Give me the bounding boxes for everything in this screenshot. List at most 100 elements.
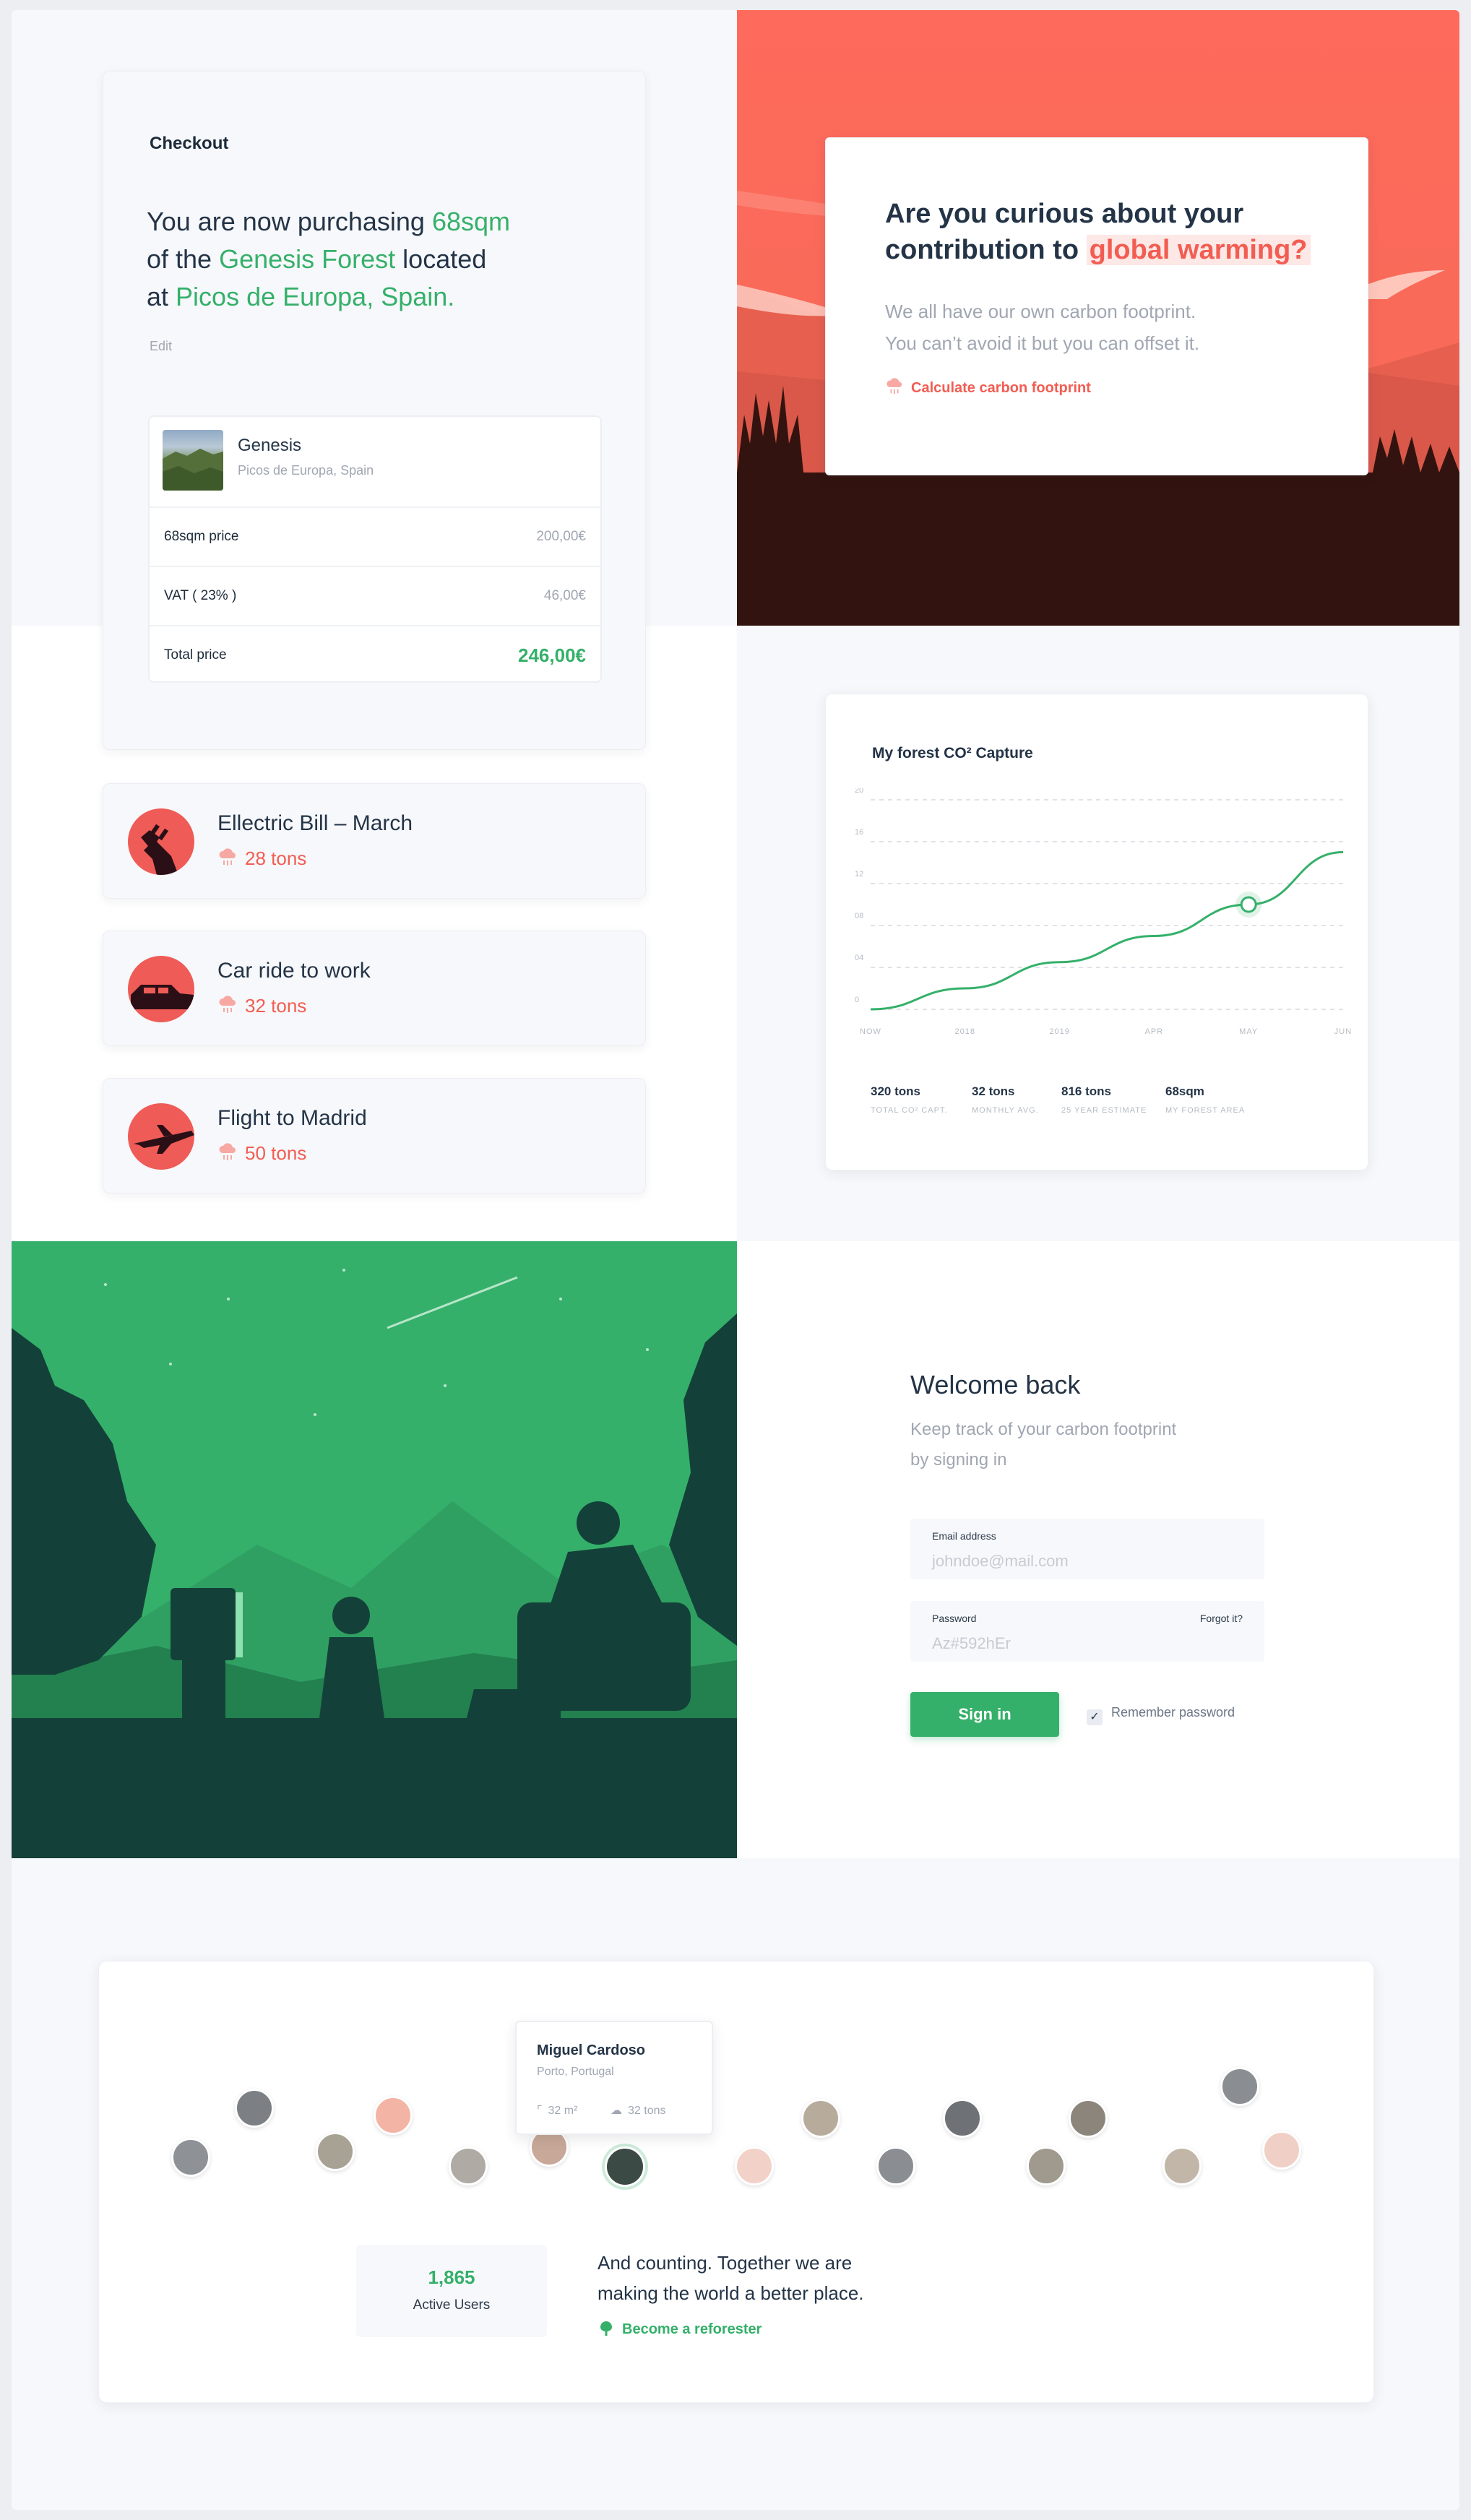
stat-value: 1,865 bbox=[428, 2266, 475, 2288]
rain-cloud-icon: ☁ bbox=[611, 2105, 622, 2117]
legend-label: 25 YEAR ESTIMATE bbox=[1061, 1106, 1147, 1115]
edit-link[interactable]: Edit bbox=[150, 339, 172, 354]
legend-item: 68sqm MY FOREST AREA bbox=[1165, 1084, 1245, 1115]
password-label: Password bbox=[932, 1613, 977, 1624]
bill-title: Car ride to work bbox=[217, 959, 371, 983]
bill-title: Ellectric Bill – March bbox=[217, 811, 413, 835]
forgot-password-link[interactable]: Forgot it? bbox=[1200, 1613, 1243, 1624]
user-avatar[interactable] bbox=[1069, 2099, 1108, 2138]
tons-value: 32 tons bbox=[628, 2105, 666, 2117]
legend-item: 32 tons MONTHLY AVG. bbox=[972, 1084, 1039, 1115]
car-icon bbox=[128, 956, 194, 1022]
chart-legend: 320 tons TOTAL CO² CAPT. 32 tons MONTHLY A… bbox=[871, 1084, 1333, 1128]
community-text: And counting. Together we are making the… bbox=[598, 2248, 864, 2308]
become-reforester-link[interactable]: Become a reforester bbox=[598, 2320, 762, 2340]
y-tick-label: 20 bbox=[855, 788, 863, 795]
user-avatar[interactable] bbox=[735, 2146, 774, 2185]
user-avatar-selected[interactable] bbox=[605, 2146, 645, 2187]
remember-password[interactable]: ✓ Remember password bbox=[1087, 1705, 1235, 1725]
legend-label: MY FOREST AREA bbox=[1165, 1106, 1246, 1115]
email-label: Email address bbox=[932, 1530, 996, 1542]
total-label: Total price bbox=[164, 647, 227, 663]
co2-line-chart: 0 04 08 12 16 20 NOW 2018 2019 APR MAY JUN bbox=[855, 788, 1352, 1036]
area-icon: ⌜ bbox=[537, 2105, 543, 2117]
tooltip-tons: ☁ 32 tons bbox=[611, 2103, 665, 2118]
bill-amount: 50 tons bbox=[217, 1142, 306, 1167]
question-line: Are you curious about your bbox=[885, 199, 1244, 229]
email-field[interactable]: Email address johndoe@mail.com bbox=[910, 1519, 1264, 1579]
heading-text: at bbox=[147, 282, 176, 311]
user-avatar[interactable] bbox=[235, 2089, 274, 2128]
bill-card[interactable]: Car ride to work 32 tons bbox=[103, 931, 646, 1046]
bill-amount-text: 32 tons bbox=[245, 995, 307, 1017]
sign-in-button[interactable]: Sign in bbox=[910, 1692, 1059, 1737]
highlight-point bbox=[1240, 896, 1257, 913]
y-tick-label: 12 bbox=[855, 870, 863, 879]
heading-text: You are now purchasing bbox=[147, 207, 432, 236]
active-users-stat: 1,865 Active Users bbox=[356, 2245, 547, 2337]
bill-card[interactable]: Ellectric Bill – March 28 tons bbox=[103, 783, 646, 899]
user-avatar[interactable] bbox=[374, 2096, 413, 2135]
hero-subtitle: We all have our own carbon footprint. Yo… bbox=[885, 295, 1199, 359]
summary-row-vat: VAT ( 23% ) 46,00€ bbox=[150, 566, 600, 625]
user-avatar[interactable] bbox=[1162, 2146, 1202, 2185]
x-tick-label: 2019 bbox=[1049, 1027, 1069, 1036]
heading-area-highlight: 68sqm bbox=[431, 207, 511, 236]
x-tick-label: JUN bbox=[1334, 1027, 1352, 1036]
login-title: Welcome back bbox=[910, 1370, 1081, 1399]
user-tooltip: Miguel Cardoso Porto, Portugal ⌜ 32 m² ☁ 3… bbox=[515, 2021, 713, 2135]
user-avatar[interactable] bbox=[171, 2138, 210, 2177]
rain-cloud-icon bbox=[885, 378, 904, 400]
user-avatar[interactable] bbox=[876, 2146, 915, 2185]
bill-card[interactable]: Flight to Madrid 50 tons bbox=[103, 1078, 646, 1194]
area-value: 32 m² bbox=[548, 2105, 578, 2117]
total-value: 246,00€ bbox=[518, 644, 586, 666]
legend-item: 320 tons TOTAL CO² CAPT. bbox=[871, 1084, 947, 1115]
legend-value: 32 tons bbox=[972, 1084, 1015, 1098]
forest-thumbnail bbox=[163, 430, 223, 491]
community-card: Miguel Cardoso Porto, Portugal ⌜ 32 m² ☁ 3… bbox=[98, 1961, 1374, 2403]
tooltip-area: ⌜ 32 m² bbox=[537, 2103, 577, 2118]
password-placeholder: Az#592hEr bbox=[932, 1634, 1011, 1652]
legend-value: 816 tons bbox=[1061, 1084, 1111, 1098]
y-tick-label: 04 bbox=[855, 954, 863, 962]
checkbox-checked-icon[interactable]: ✓ bbox=[1087, 1709, 1103, 1725]
legend-value: 320 tons bbox=[871, 1084, 920, 1098]
x-tick-label: MAY bbox=[1239, 1027, 1258, 1036]
stat-label: Active Users bbox=[413, 2297, 491, 2313]
calculate-footprint-link[interactable]: Calculate carbon footprint bbox=[885, 378, 1091, 400]
tree-icon bbox=[598, 2320, 615, 2340]
checkout-label: Checkout bbox=[150, 134, 229, 153]
x-tick-label: 2018 bbox=[955, 1027, 975, 1036]
password-field[interactable]: Password Forgot it? Az#592hEr bbox=[910, 1601, 1264, 1662]
chart-card: My forest CO² Capture 0 04 08 12 16 20 NOW 2018… bbox=[825, 694, 1368, 1170]
heading-location-highlight: Picos de Europa, Spain. bbox=[176, 282, 455, 311]
plane-icon bbox=[128, 1103, 194, 1170]
hero-question: Are you curious about your contribution … bbox=[885, 196, 1311, 268]
chart-title: My forest CO² Capture bbox=[872, 745, 1033, 761]
tooltip-name: Miguel Cardoso bbox=[537, 2042, 646, 2058]
x-tick-label: APR bbox=[1145, 1027, 1164, 1036]
cta-label: Become a reforester bbox=[622, 2321, 762, 2337]
user-avatar[interactable] bbox=[1220, 2067, 1259, 2106]
product-location: Picos de Europa, Spain bbox=[238, 463, 374, 478]
summary-rows: 68sqm price 200,00€ VAT ( 23% ) 46,00€ Tot… bbox=[150, 506, 600, 684]
night-illustration bbox=[12, 1241, 737, 1858]
bill-amount-text: 28 tons bbox=[245, 847, 307, 869]
bill-title: Flight to Madrid bbox=[217, 1106, 367, 1130]
user-avatar[interactable] bbox=[801, 2099, 840, 2138]
subtitle-line: You can’t avoid it but you can offset it… bbox=[885, 332, 1200, 354]
user-avatar[interactable] bbox=[943, 2099, 982, 2138]
summary-row-price: 68sqm price 200,00€ bbox=[150, 506, 600, 566]
user-avatar[interactable] bbox=[1262, 2131, 1301, 2170]
user-avatar[interactable] bbox=[316, 2132, 355, 2171]
cta-label: Calculate carbon footprint bbox=[911, 380, 1091, 396]
bill-amount: 32 tons bbox=[217, 995, 306, 1019]
bill-amount-text: 50 tons bbox=[245, 1142, 307, 1164]
subtitle-line: Keep track of your carbon footprint bbox=[910, 1420, 1177, 1439]
series-line bbox=[870, 851, 1344, 1011]
user-avatar[interactable] bbox=[449, 2146, 488, 2185]
row-label: VAT ( 23% ) bbox=[164, 588, 237, 603]
subtitle-line: by signing in bbox=[910, 1450, 1007, 1470]
user-avatar[interactable] bbox=[1027, 2146, 1066, 2185]
